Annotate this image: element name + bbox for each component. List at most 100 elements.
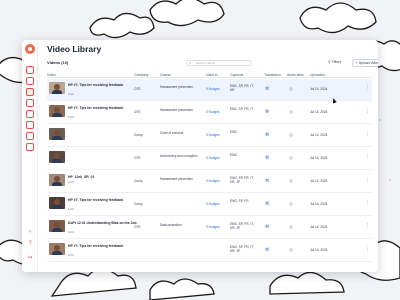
captions-cell: ENG bbox=[230, 130, 237, 134]
translate-icon[interactable]: ⌘ bbox=[265, 155, 269, 160]
uploaded-date: Jul 14, 2024 bbox=[310, 133, 328, 137]
filters-button[interactable]: ⚲ Filters bbox=[328, 60, 341, 64]
more-icon[interactable]: ⋮ bbox=[365, 223, 370, 229]
table-row[interactable]: Comp Code of conduct 5 Nudges ENG ⌘ ◎ Jul 14, … bbox=[47, 125, 372, 147]
audio-description-icon[interactable]: ◎ bbox=[289, 109, 293, 114]
more-icon[interactable]: ⋮ bbox=[365, 154, 370, 160]
course-cell: Data protection bbox=[160, 223, 182, 227]
column-header[interactable]: Uploaded bbox=[310, 73, 325, 77]
calendar-icon[interactable] bbox=[26, 121, 34, 129]
more-icon[interactable]: ⋮ bbox=[365, 131, 370, 137]
table-row[interactable]: HP_12ell_SR_01 ENG Comp Harassment preventi… bbox=[47, 171, 372, 193]
thumbnail-person-body bbox=[52, 205, 62, 209]
video-thumbnail[interactable] bbox=[49, 128, 65, 140]
captions-cell: ENG, SP, FR, IT bbox=[230, 107, 254, 111]
video-title[interactable]: HP_12ell_SR_01 bbox=[68, 175, 140, 179]
column-header[interactable]: Translation bbox=[264, 73, 281, 77]
more-icon[interactable]: ⋮ bbox=[365, 200, 370, 206]
translate-icon[interactable]: ⌘ bbox=[265, 201, 269, 206]
column-header[interactable]: Captions bbox=[230, 73, 243, 77]
column-header[interactable]: Course bbox=[160, 73, 171, 77]
user-icon[interactable] bbox=[26, 143, 34, 151]
help-icon[interactable]: ? bbox=[26, 240, 34, 248]
video-language: ENG bbox=[68, 207, 75, 211]
translate-icon[interactable]: ⌘ bbox=[265, 224, 269, 229]
video-thumbnail[interactable] bbox=[49, 243, 65, 255]
column-header[interactable]: Audio desc. bbox=[287, 73, 305, 77]
audio-description-icon[interactable]: ◎ bbox=[289, 201, 293, 206]
used-in-link[interactable]: 5 Nudges bbox=[206, 110, 220, 114]
captions-cell: ENG, SP, FR, IT, KR, JP bbox=[230, 245, 254, 253]
used-in-link[interactable]: 5 Nudges bbox=[206, 87, 220, 91]
more-icon[interactable]: ⋮ bbox=[365, 177, 370, 183]
translate-icon[interactable]: ⌘ bbox=[265, 178, 269, 183]
video-thumbnail[interactable] bbox=[49, 105, 65, 117]
course-cell: Anti-bribery and corruption bbox=[160, 154, 198, 158]
search-input[interactable]: ⌕ Search videos bbox=[186, 60, 252, 66]
document-icon[interactable] bbox=[26, 99, 34, 107]
more-icon[interactable]: ⋮ bbox=[365, 85, 370, 91]
video-title[interactable]: HP #7: Tips for receiving feedback bbox=[68, 198, 140, 202]
uploaded-date: Jul 14, 2024 bbox=[310, 156, 328, 160]
search-icon: ⌕ bbox=[189, 60, 192, 65]
sidebar: ‹ ? ↪ bbox=[22, 40, 38, 272]
captions-cell: ENG, SP, FR, IT, KR, JP bbox=[230, 222, 254, 230]
table-header: Video Company Course Used in Captions Transla… bbox=[47, 71, 372, 78]
used-in-link[interactable]: 5 Nudges bbox=[206, 133, 220, 137]
more-icon[interactable]: ⋮ bbox=[365, 246, 370, 252]
video-thumbnail[interactable] bbox=[49, 82, 65, 94]
company-cell: OTS bbox=[134, 156, 141, 160]
video-thumbnail[interactable] bbox=[49, 174, 65, 186]
video-title[interactable]: HP #7: Tips for receiving feedback bbox=[68, 83, 140, 87]
used-in-link[interactable]: 5 Nudges bbox=[206, 225, 220, 229]
audio-description-icon[interactable]: ◎ bbox=[289, 155, 293, 160]
column-header[interactable]: Used in bbox=[206, 73, 218, 77]
video-title[interactable]: HP #7: Tips for receiving feedback bbox=[68, 106, 140, 110]
translate-icon[interactable]: ⌘ bbox=[265, 247, 269, 252]
company-cell: OTS bbox=[134, 87, 141, 91]
table-row[interactable]: OTS Anti-bribery and corruption 5 Nudges EN… bbox=[47, 148, 372, 170]
audio-description-icon[interactable]: ◎ bbox=[289, 86, 293, 91]
grid-icon[interactable] bbox=[26, 66, 34, 74]
video-title[interactable]: HP #7: Tips for receiving feedback bbox=[68, 244, 140, 248]
users-icon[interactable] bbox=[26, 77, 34, 85]
course-cell: Code of conduct bbox=[160, 131, 184, 135]
audio-description-icon[interactable]: ◎ bbox=[289, 132, 293, 137]
search-placeholder: Search videos bbox=[196, 61, 216, 65]
audio-description-icon[interactable]: ◎ bbox=[289, 224, 293, 229]
collapse-icon[interactable]: ‹ bbox=[26, 228, 34, 236]
upload-video-button[interactable]: + Upload Video bbox=[352, 59, 378, 67]
column-header[interactable]: Company bbox=[134, 73, 149, 77]
thumbnail-person-body bbox=[52, 159, 62, 163]
table-row[interactable]: HP #7: Tips for receiving feedback ENG OTS… bbox=[47, 102, 372, 124]
uploaded-date: Jul 14, 2024 bbox=[310, 110, 328, 114]
thumbnail-person-body bbox=[52, 228, 62, 232]
table-row[interactable]: HP #7: Tips for receiving feedback ENG ENG… bbox=[47, 240, 372, 262]
logout-icon[interactable]: ↪ bbox=[26, 254, 34, 262]
audio-description-icon[interactable]: ◎ bbox=[289, 247, 293, 252]
used-in-link[interactable]: 5 Nudges bbox=[206, 156, 220, 160]
table-row[interactable]: HP #7: Tips for receiving feedback ENG Com… bbox=[47, 194, 372, 216]
uploaded-date: Jul 14, 2024 bbox=[310, 87, 328, 91]
translate-icon[interactable]: ⌘ bbox=[265, 132, 269, 137]
video-thumbnail[interactable] bbox=[49, 220, 65, 232]
table-row[interactable]: DoPr 12.01 Understanding Bias on the Job… bbox=[47, 217, 372, 239]
video-thumbnail[interactable] bbox=[49, 197, 65, 209]
page-title: Video Library bbox=[47, 44, 102, 54]
column-header[interactable]: Video bbox=[47, 73, 56, 77]
translate-icon[interactable]: ⌘ bbox=[265, 86, 269, 91]
used-in-link[interactable]: 5 Nudges bbox=[206, 202, 220, 206]
settings-icon[interactable] bbox=[26, 132, 34, 140]
chart-icon[interactable] bbox=[26, 110, 34, 118]
brand-logo[interactable] bbox=[25, 44, 35, 54]
video-title[interactable]: DoPr 12.01 Understanding Bias on the Job bbox=[68, 221, 140, 225]
more-icon[interactable]: ⋮ bbox=[365, 108, 370, 114]
thumbnail-person-body bbox=[52, 113, 62, 117]
video-thumbnail[interactable] bbox=[49, 151, 65, 163]
used-in-link[interactable]: 5 Nudges bbox=[206, 179, 220, 183]
table-row[interactable]: HP #7: Tips for receiving feedback ENG OTS… bbox=[47, 79, 372, 101]
video-language: ENG bbox=[68, 115, 75, 119]
video-library-icon[interactable] bbox=[26, 88, 34, 96]
translate-icon[interactable]: ⌘ bbox=[265, 109, 269, 114]
audio-description-icon[interactable]: ◎ bbox=[289, 178, 293, 183]
